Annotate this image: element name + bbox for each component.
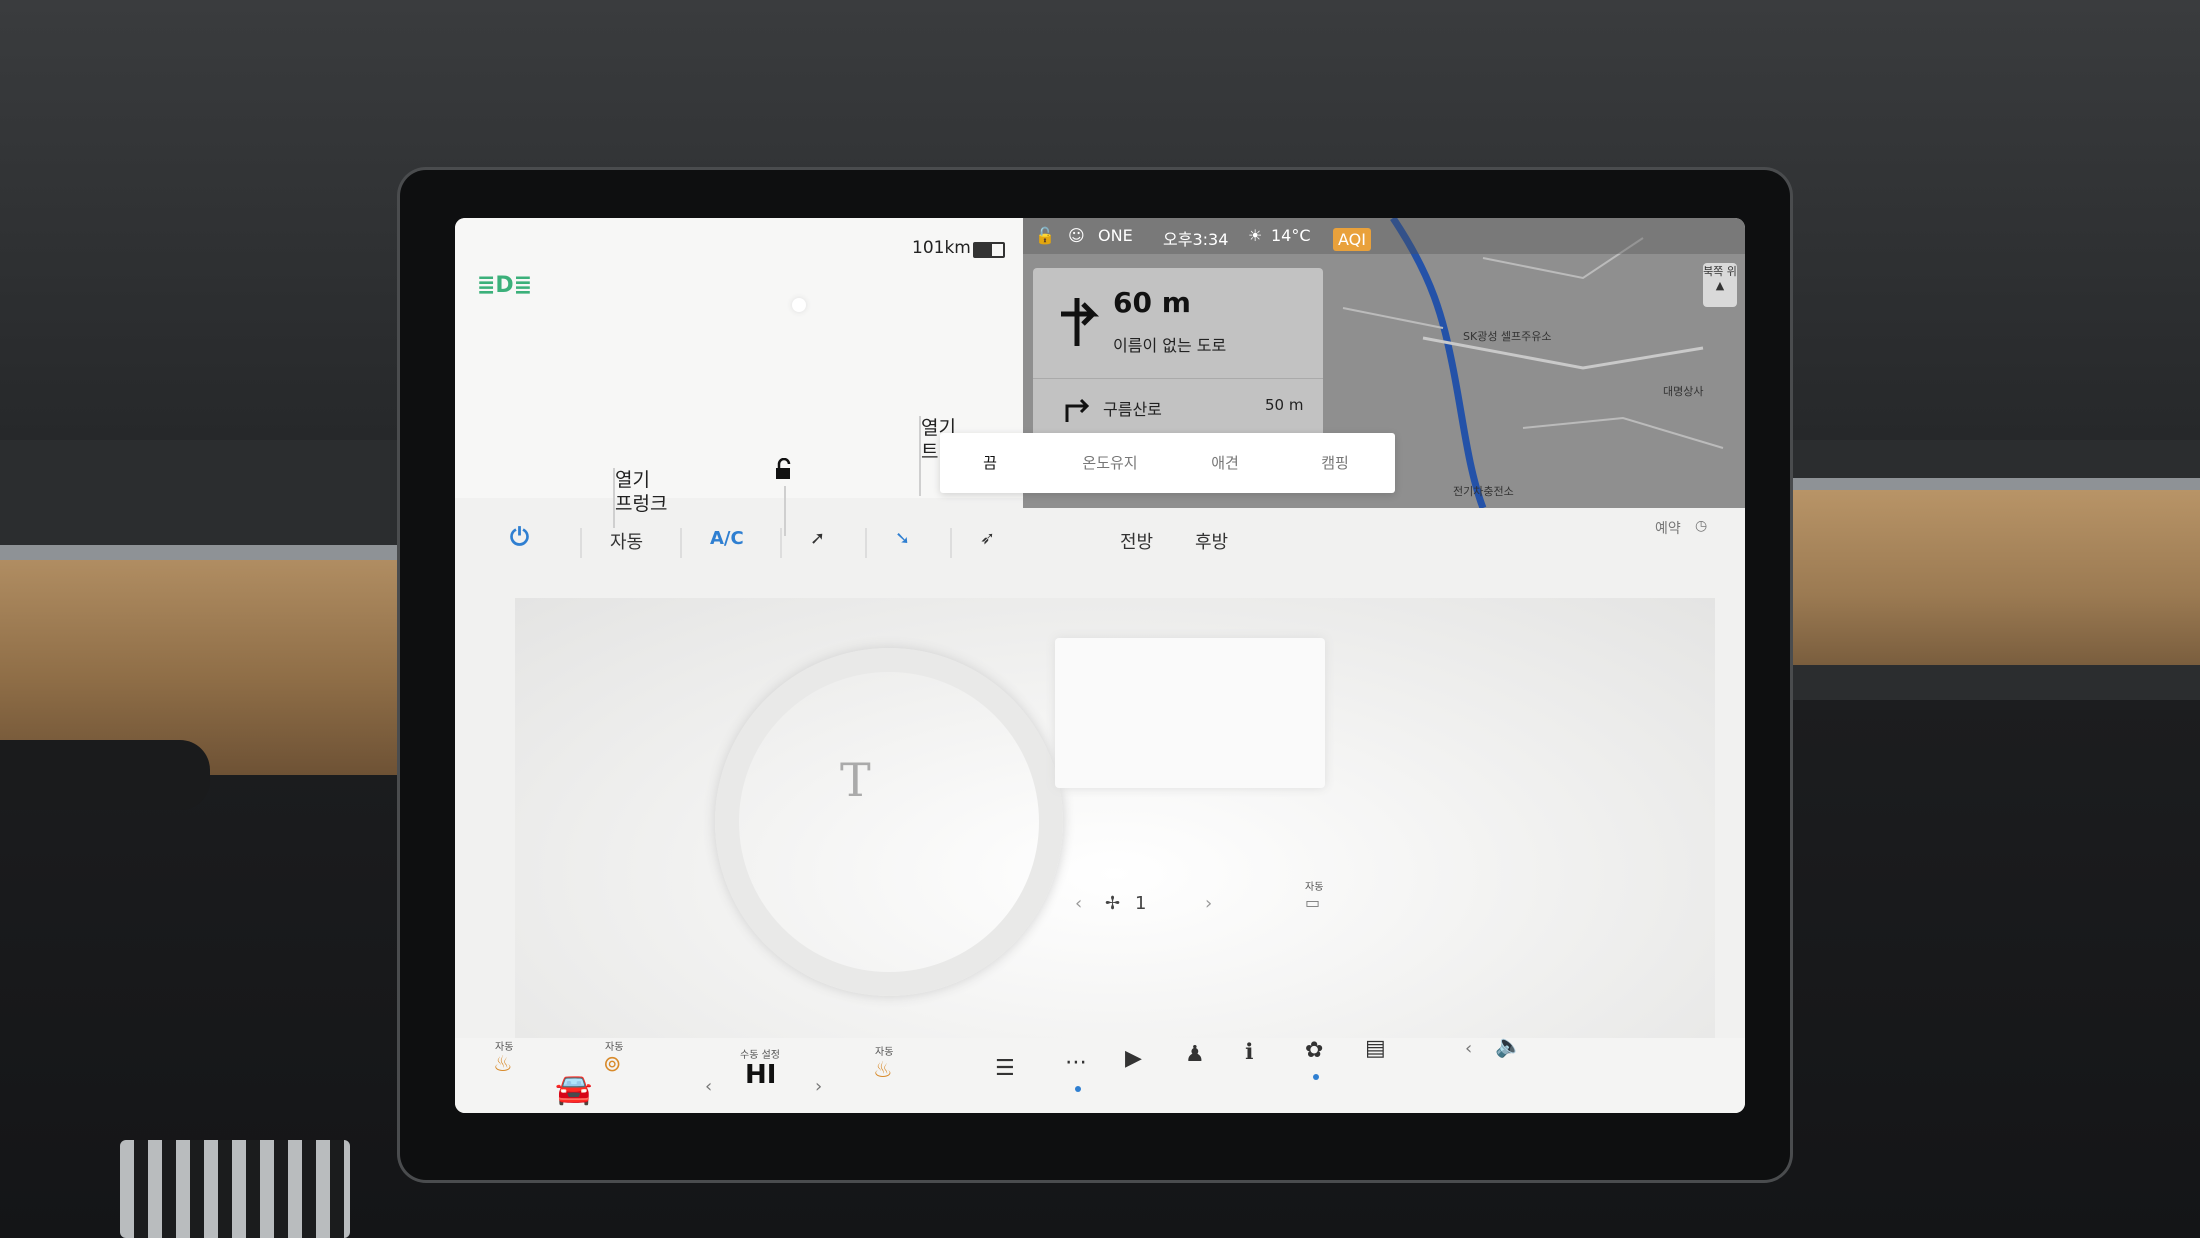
turn-arrow-icon: [1061, 298, 1100, 346]
climate-divider: [580, 528, 582, 558]
temperature-setting[interactable]: HI: [745, 1060, 776, 1090]
temp-increase-icon[interactable]: ›: [815, 1076, 822, 1097]
maneuver-road: 이름이 없는 도로: [1113, 336, 1227, 355]
touchscreen: ≣D≣ 101km 열기 프렁크 열기 트 🔓 ☺ ONE 오후3:34 ☀ 1…: [455, 218, 1745, 1113]
toybox-app-icon[interactable]: ♟: [1185, 1042, 1205, 1067]
next-distance: 50 m: [1265, 396, 1304, 414]
car-controls-icon[interactable]: 🚘: [555, 1072, 592, 1107]
compass-arrow-icon: ▲: [1715, 279, 1725, 292]
climate-divider: [865, 528, 867, 558]
temp-mode-label: 수동 설정: [740, 1050, 780, 1061]
fan-decrease-icon[interactable]: ‹: [1075, 893, 1082, 914]
arcade-app-icon[interactable]: ✿: [1305, 1038, 1323, 1063]
dash-trim-left: [0, 545, 440, 561]
schedule-label[interactable]: 예약: [1655, 518, 1681, 538]
map-poi-store[interactable]: 대명상사: [1663, 383, 1703, 399]
steering-wheel-graphic: [715, 648, 1063, 996]
steering-stalk: [0, 740, 210, 810]
unlock-icon[interactable]: [773, 458, 795, 480]
next-turn-icon: [1065, 398, 1090, 422]
theater-app-icon[interactable]: ▶: [1125, 1046, 1142, 1071]
clock: 오후3:34: [1163, 230, 1229, 249]
map-poi-charger[interactable]: 전기차충전소: [1453, 483, 1514, 499]
manual-app-icon[interactable]: ℹ: [1245, 1040, 1253, 1065]
indicator-dot: [792, 298, 806, 312]
mode-keep[interactable]: 온도유지: [1060, 433, 1160, 493]
more-apps-icon[interactable]: ⋯: [1065, 1050, 1087, 1075]
mode-dog[interactable]: 애견: [1175, 433, 1275, 493]
map-orientation-button[interactable]: 북쪽 위 ▲: [1703, 263, 1737, 307]
lock-status-icon[interactable]: 🔓: [1035, 226, 1055, 245]
aqi-badge: AQI: [1333, 228, 1371, 251]
rear-defrost-tab[interactable]: 후방: [1195, 528, 1228, 554]
profile-name[interactable]: ONE: [1098, 226, 1133, 245]
headlight-icon[interactable]: ≣D≣: [477, 273, 532, 298]
fan-speed-value: 1: [1135, 893, 1147, 914]
seat-heater-right-auto-label: 자동: [875, 1047, 894, 1058]
car-status-panel: ≣D≣ 101km 열기 프렁크 열기 트: [455, 218, 1023, 536]
compass-label: 북쪽 위: [1703, 265, 1737, 278]
notes-app-icon[interactable]: ▤: [1365, 1036, 1386, 1061]
range-readout: 101km: [912, 238, 971, 258]
airflow-feet-icon[interactable]: ➘: [895, 528, 910, 549]
mode-off[interactable]: 끔: [940, 433, 1040, 493]
climate-divider: [950, 528, 952, 558]
rear-defrost-icon[interactable]: ☰: [995, 1056, 1015, 1081]
outside-temperature: 14°C: [1271, 226, 1311, 245]
climate-divider: [780, 528, 782, 558]
climate-control-bar: ⏻ 자동 A/C ➚ ➘ ➶ 전방 후방: [455, 508, 1745, 578]
tesla-logo-icon: T: [840, 753, 871, 807]
volume-icon[interactable]: 🔈: [1495, 1034, 1522, 1059]
climate-auto-button[interactable]: 자동: [610, 528, 643, 554]
next-road: 구름산로: [1103, 400, 1162, 419]
clock-icon[interactable]: ◷: [1695, 518, 1707, 534]
cabin-airflow-view[interactable]: T ‹ ✢ 1 › 자동 ▭: [515, 598, 1715, 1058]
seat-heater-left-auto-label: 자동: [495, 1042, 514, 1053]
climate-power-icon[interactable]: ⏻: [510, 523, 529, 551]
steering-wheel-heater-icon[interactable]: ⊚: [603, 1052, 621, 1077]
frunk-action-label: 열기: [615, 469, 650, 491]
map-poi-gas-station[interactable]: SK광성 셀프주유소: [1463, 328, 1552, 344]
turn-by-turn-card[interactable]: 60 m 이름이 없는 도로 구름산로 50 m: [1033, 268, 1323, 458]
ac-button[interactable]: A/C: [710, 528, 744, 549]
temp-decrease-icon[interactable]: ‹: [705, 1076, 712, 1097]
center-display-graphic: [1055, 638, 1325, 788]
wheel-heater-auto-label: 자동: [605, 1042, 624, 1053]
rear-seat-auto-label: 자동: [1305, 882, 1324, 893]
status-bar: 🔓 ☺ ONE 오후3:34 ☀ 14°C AQI: [1023, 218, 1745, 254]
pedal: [120, 1140, 350, 1238]
mode-camp[interactable]: 캠핑: [1285, 433, 1385, 493]
airflow-defrost-icon[interactable]: ➶: [980, 528, 995, 549]
airflow-face-icon[interactable]: ➚: [810, 528, 825, 549]
active-app-indicator: [1075, 1086, 1081, 1092]
profile-icon[interactable]: ☺: [1068, 226, 1085, 245]
battery-icon: [973, 242, 1005, 258]
wood-panel-right: [1760, 490, 2200, 665]
fan-icon: ✢: [1105, 893, 1121, 914]
front-defrost-tab[interactable]: 전방: [1120, 528, 1153, 554]
seat-heater-right-icon[interactable]: ♨: [873, 1058, 893, 1083]
weather-icon: ☀: [1248, 226, 1263, 245]
nav-divider: [1033, 378, 1323, 379]
climate-keeper-mode-bar: 끔 온도유지 애견 캠핑: [940, 433, 1395, 493]
dash-trim-right: [1760, 478, 2200, 490]
volume-decrease-icon[interactable]: ‹: [1465, 1038, 1472, 1059]
seat-heater-left-icon[interactable]: ♨: [493, 1052, 513, 1077]
active-app-indicator: [1313, 1074, 1319, 1080]
fan-increase-icon[interactable]: ›: [1205, 893, 1212, 914]
climate-divider: [680, 528, 682, 558]
bottom-dock: 자동 ♨ 자동 ⊚ ‹ 수동 설정 HI › 자동 ♨ ☰ ⋯ ▶ ♟ ℹ ✿ …: [455, 1034, 1745, 1113]
rear-climate-icon[interactable]: ▭: [1305, 893, 1320, 912]
maneuver-distance: 60 m: [1113, 286, 1191, 319]
